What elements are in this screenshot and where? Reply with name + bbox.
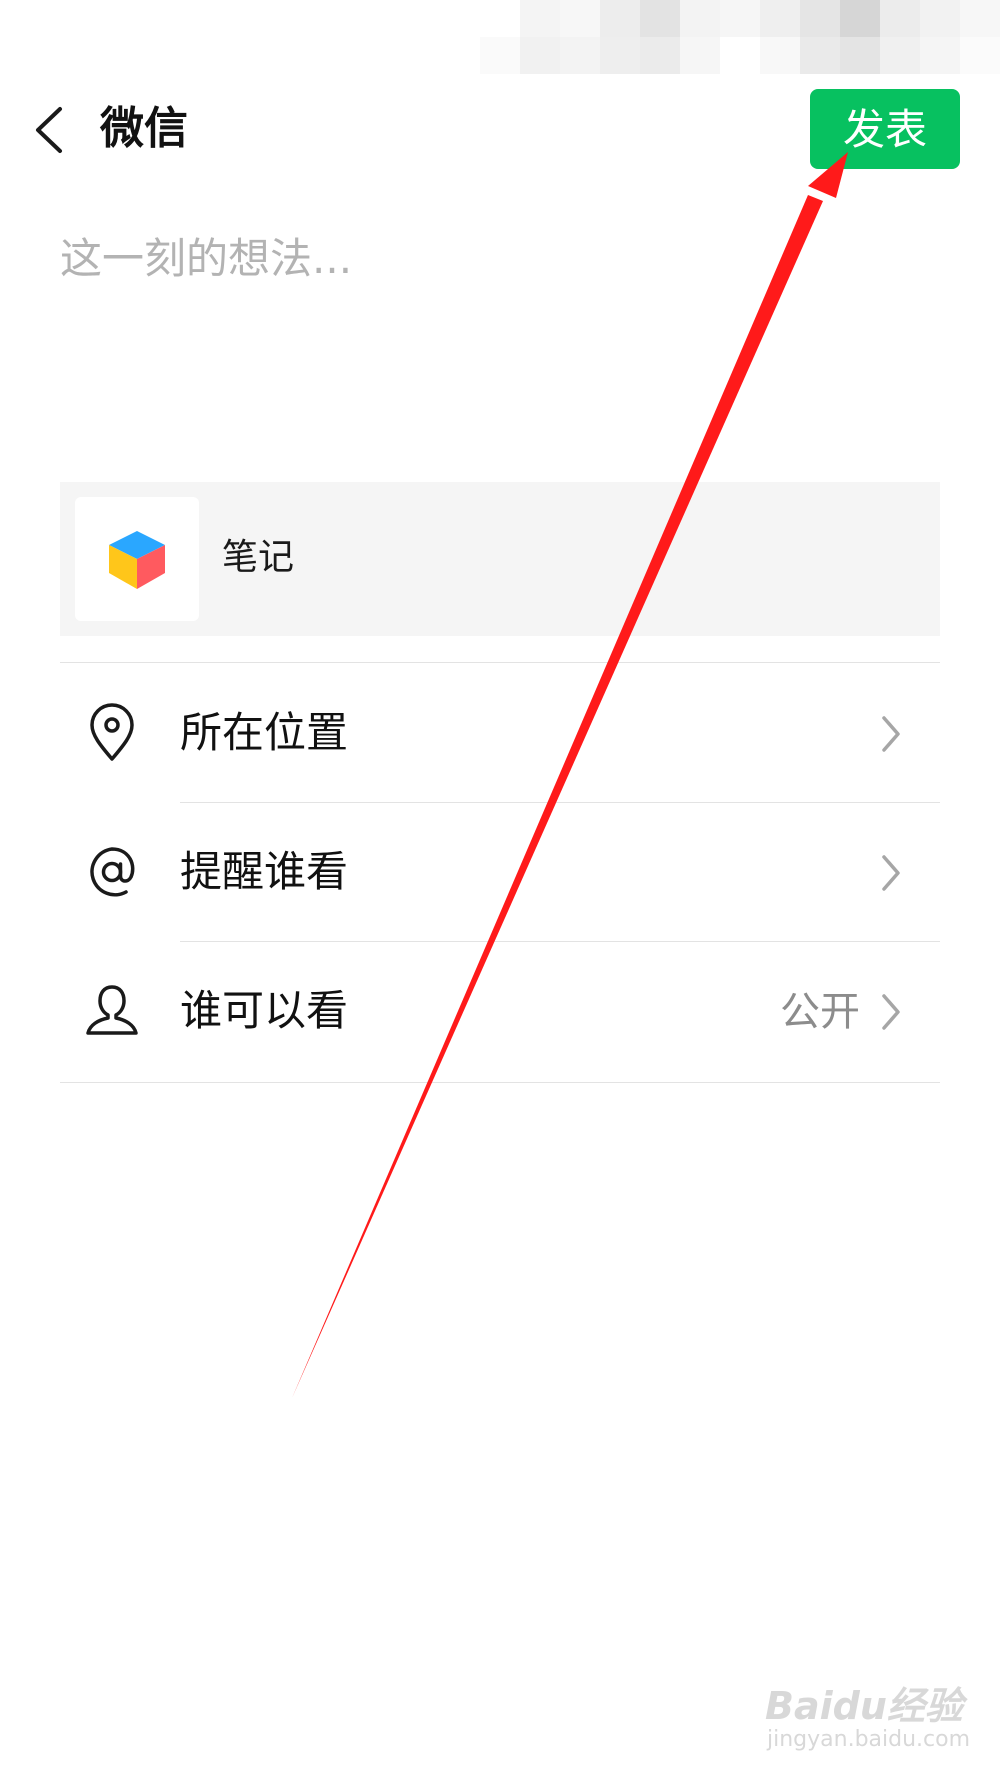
status-bar-blurred bbox=[480, 0, 1000, 75]
chevron-right-icon bbox=[880, 853, 902, 893]
baidu-watermark: Baidu经验 jingyan.baidu.com bbox=[765, 1665, 980, 1765]
visibility-value: 公开 bbox=[780, 989, 860, 1035]
option-label: 提醒谁看 bbox=[180, 847, 349, 896]
chevron-right-icon bbox=[880, 714, 902, 754]
person-icon bbox=[82, 981, 142, 1041]
divider bbox=[60, 662, 940, 663]
option-mention[interactable]: 提醒谁看 bbox=[60, 803, 940, 941]
option-label: 谁可以看 bbox=[180, 986, 349, 1035]
watermark-brand: Baidu经验 bbox=[765, 1684, 963, 1728]
at-sign-icon bbox=[82, 842, 142, 902]
shared-link-card[interactable]: 笔记 bbox=[60, 482, 940, 636]
chevron-right-icon bbox=[880, 992, 902, 1032]
share-thumbnail bbox=[75, 497, 199, 621]
option-location[interactable]: 所在位置 bbox=[60, 664, 940, 802]
divider bbox=[60, 1082, 940, 1083]
option-label: 所在位置 bbox=[180, 708, 349, 757]
back-arrow-icon[interactable] bbox=[30, 105, 70, 155]
page-title: 微信 bbox=[100, 103, 188, 154]
watermark-url: jingyan.baidu.com bbox=[767, 1727, 971, 1752]
nav-bar: 微信 发表 bbox=[0, 75, 1000, 185]
option-visibility[interactable]: 谁可以看 公开 bbox=[60, 942, 940, 1080]
share-title: 笔记 bbox=[222, 537, 295, 578]
publish-button[interactable]: 发表 bbox=[810, 89, 960, 169]
location-pin-icon bbox=[82, 703, 142, 763]
thought-input[interactable] bbox=[60, 225, 940, 425]
cube-app-icon bbox=[109, 531, 165, 589]
